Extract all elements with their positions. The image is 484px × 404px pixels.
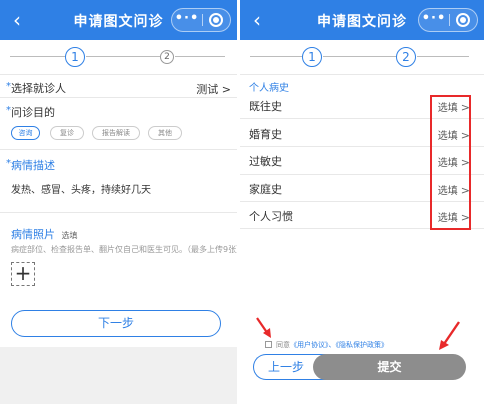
step-line (175, 56, 225, 57)
step-line (10, 56, 65, 57)
more-dots-icon[interactable]: •·• (419, 9, 449, 31)
capsule-divider (449, 14, 450, 26)
annotation-arrow-icon (439, 321, 460, 350)
photos-optional: 选填 (61, 231, 78, 240)
right-screen: ‹ 申请图文问诊 •·• 1 2 个人病史 既往史 选填 > 婚育史 选填 > 过敏… (240, 0, 484, 404)
step-line (250, 56, 302, 57)
add-photo-button[interactable]: + (11, 262, 35, 286)
required-asterisk: * (6, 158, 11, 169)
mini-program-capsule: •·• (418, 8, 478, 32)
agree-checkbox[interactable] (265, 341, 272, 348)
footer-background (0, 347, 237, 404)
section-title: 个人病史 (249, 83, 289, 94)
agree-prefix: 同意 (276, 341, 290, 349)
step-2-current: 2 (396, 47, 416, 67)
divider (240, 74, 484, 75)
agreement-line: 同意《用户协议》、《隐私保护政策》 (265, 340, 388, 350)
purpose-label: 问诊目的 (11, 106, 55, 119)
description-label: 病情描述 (11, 159, 55, 172)
required-asterisk: * (6, 81, 11, 92)
step-2: 2 (160, 50, 174, 64)
row-label: 个人习惯 (249, 210, 293, 223)
step-indicator: 1 2 (240, 46, 484, 68)
left-screen: ‹ 申请图文问诊 •·• 1 2 *选择就诊人 测试 > *问诊目的 咨询 复诊… (0, 0, 237, 404)
purpose-option-consult[interactable]: 咨询 (11, 126, 40, 140)
close-target-icon[interactable] (456, 13, 470, 27)
description-textarea[interactable]: 发热、感冒、头疼，持续好几天 (11, 181, 151, 196)
next-step-button[interactable]: 下一步 (11, 310, 221, 337)
close-target-icon[interactable] (209, 13, 223, 27)
nav-bar: ‹ 申请图文问诊 •·• (240, 0, 484, 40)
step-line (86, 56, 160, 57)
row-label: 过敏史 (249, 155, 282, 168)
divider (0, 212, 237, 213)
purpose-option-revisit[interactable]: 复诊 (50, 126, 84, 140)
nav-bar: ‹ 申请图文问诊 •·• (0, 0, 237, 40)
step-1-done: 1 (302, 47, 322, 67)
step-indicator: 1 2 (0, 46, 237, 68)
privacy-policy-link[interactable]: 《隐私保护政策》 (336, 341, 389, 349)
annotation-highlight-box (430, 95, 471, 230)
submit-button[interactable]: 提交 (313, 354, 466, 380)
row-label: 既往史 (249, 100, 282, 113)
capsule-divider (202, 14, 203, 26)
row-label: 婚育史 (249, 128, 282, 141)
more-dots-icon[interactable]: •·• (172, 9, 202, 31)
step-line (417, 56, 469, 57)
photos-hint: 病症部位、检查报告单、翻片仅自己和医生可见。（最多上传9张） (11, 245, 237, 254)
user-agreement-link[interactable]: 《用户协议》 (290, 341, 329, 349)
patient-label: 选择就诊人 (11, 82, 66, 95)
purpose-option-report[interactable]: 报告解读 (92, 126, 140, 140)
photos-label: 病情照片 (11, 228, 55, 241)
patient-value: 测试 > (196, 83, 231, 96)
row-label: 家庭史 (249, 183, 282, 196)
step-1-current: 1 (65, 47, 85, 67)
agreement-separator: 、 (328, 341, 336, 349)
divider (0, 74, 237, 75)
required-asterisk: * (6, 105, 11, 116)
mini-program-capsule: •·• (171, 8, 231, 32)
divider (0, 97, 237, 98)
divider (0, 149, 237, 150)
annotation-arrow-icon (256, 317, 271, 338)
purpose-option-other[interactable]: 其他 (148, 126, 182, 140)
step-line (323, 56, 396, 57)
plus-icon: + (14, 261, 32, 285)
